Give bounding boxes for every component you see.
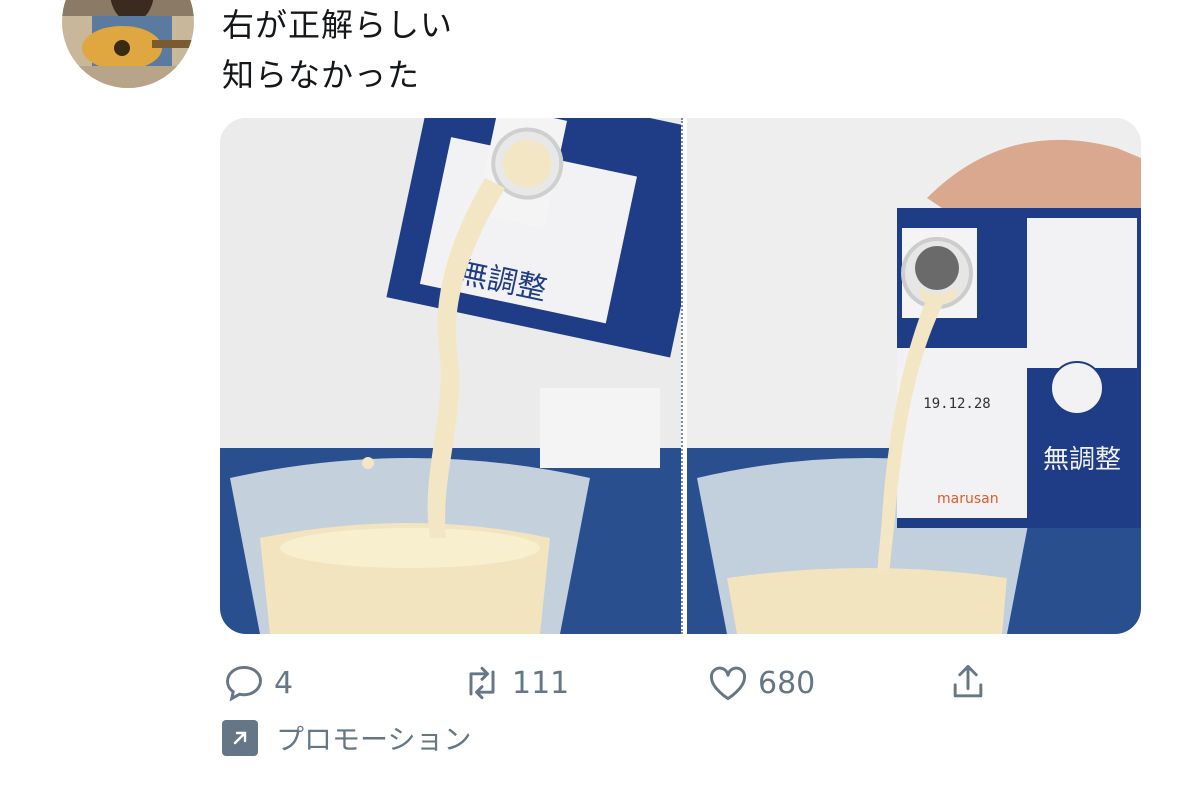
retweet-icon bbox=[469, 666, 495, 700]
tweet-text: 右が正解らしい 知らなかった bbox=[222, 0, 453, 100]
share-icon bbox=[953, 665, 983, 698]
carton-brand: marusan bbox=[937, 491, 999, 507]
reply-button[interactable]: 4 bbox=[222, 660, 293, 706]
reply-icon bbox=[226, 665, 262, 702]
media-photo-left[interactable]: 無調整 bbox=[220, 118, 681, 634]
carton-label-right: 無調整 bbox=[1043, 445, 1121, 475]
promoted-indicator: プロモーション bbox=[222, 718, 471, 758]
heart-icon bbox=[710, 666, 746, 701]
avatar[interactable] bbox=[62, 0, 194, 88]
reply-count: 4 bbox=[274, 665, 294, 701]
promoted-arrow-icon bbox=[222, 720, 258, 756]
retweet-count: 111 bbox=[512, 665, 570, 701]
photo-right-image: 19.12.28 無調整 marusan bbox=[687, 118, 1141, 634]
like-button[interactable]: 680 bbox=[706, 660, 815, 706]
share-button[interactable] bbox=[946, 660, 990, 706]
media-photo-right[interactable]: 19.12.28 無調整 marusan bbox=[687, 118, 1141, 634]
photo-left-image: 無調整 bbox=[220, 118, 681, 634]
like-count: 680 bbox=[758, 665, 816, 701]
carton-date-code: 19.12.28 bbox=[923, 396, 990, 412]
tweet-line-1: 右が正解らしい bbox=[222, 6, 454, 44]
tweet-media[interactable]: 無調整 19.12.28 無調整 marusan bbox=[220, 118, 1141, 634]
tweet-line-2: 知らなかった bbox=[222, 56, 421, 94]
promoted-label: プロモーション bbox=[276, 723, 472, 756]
retweet-button[interactable]: 111 bbox=[460, 660, 569, 706]
avatar-image bbox=[62, 0, 194, 88]
